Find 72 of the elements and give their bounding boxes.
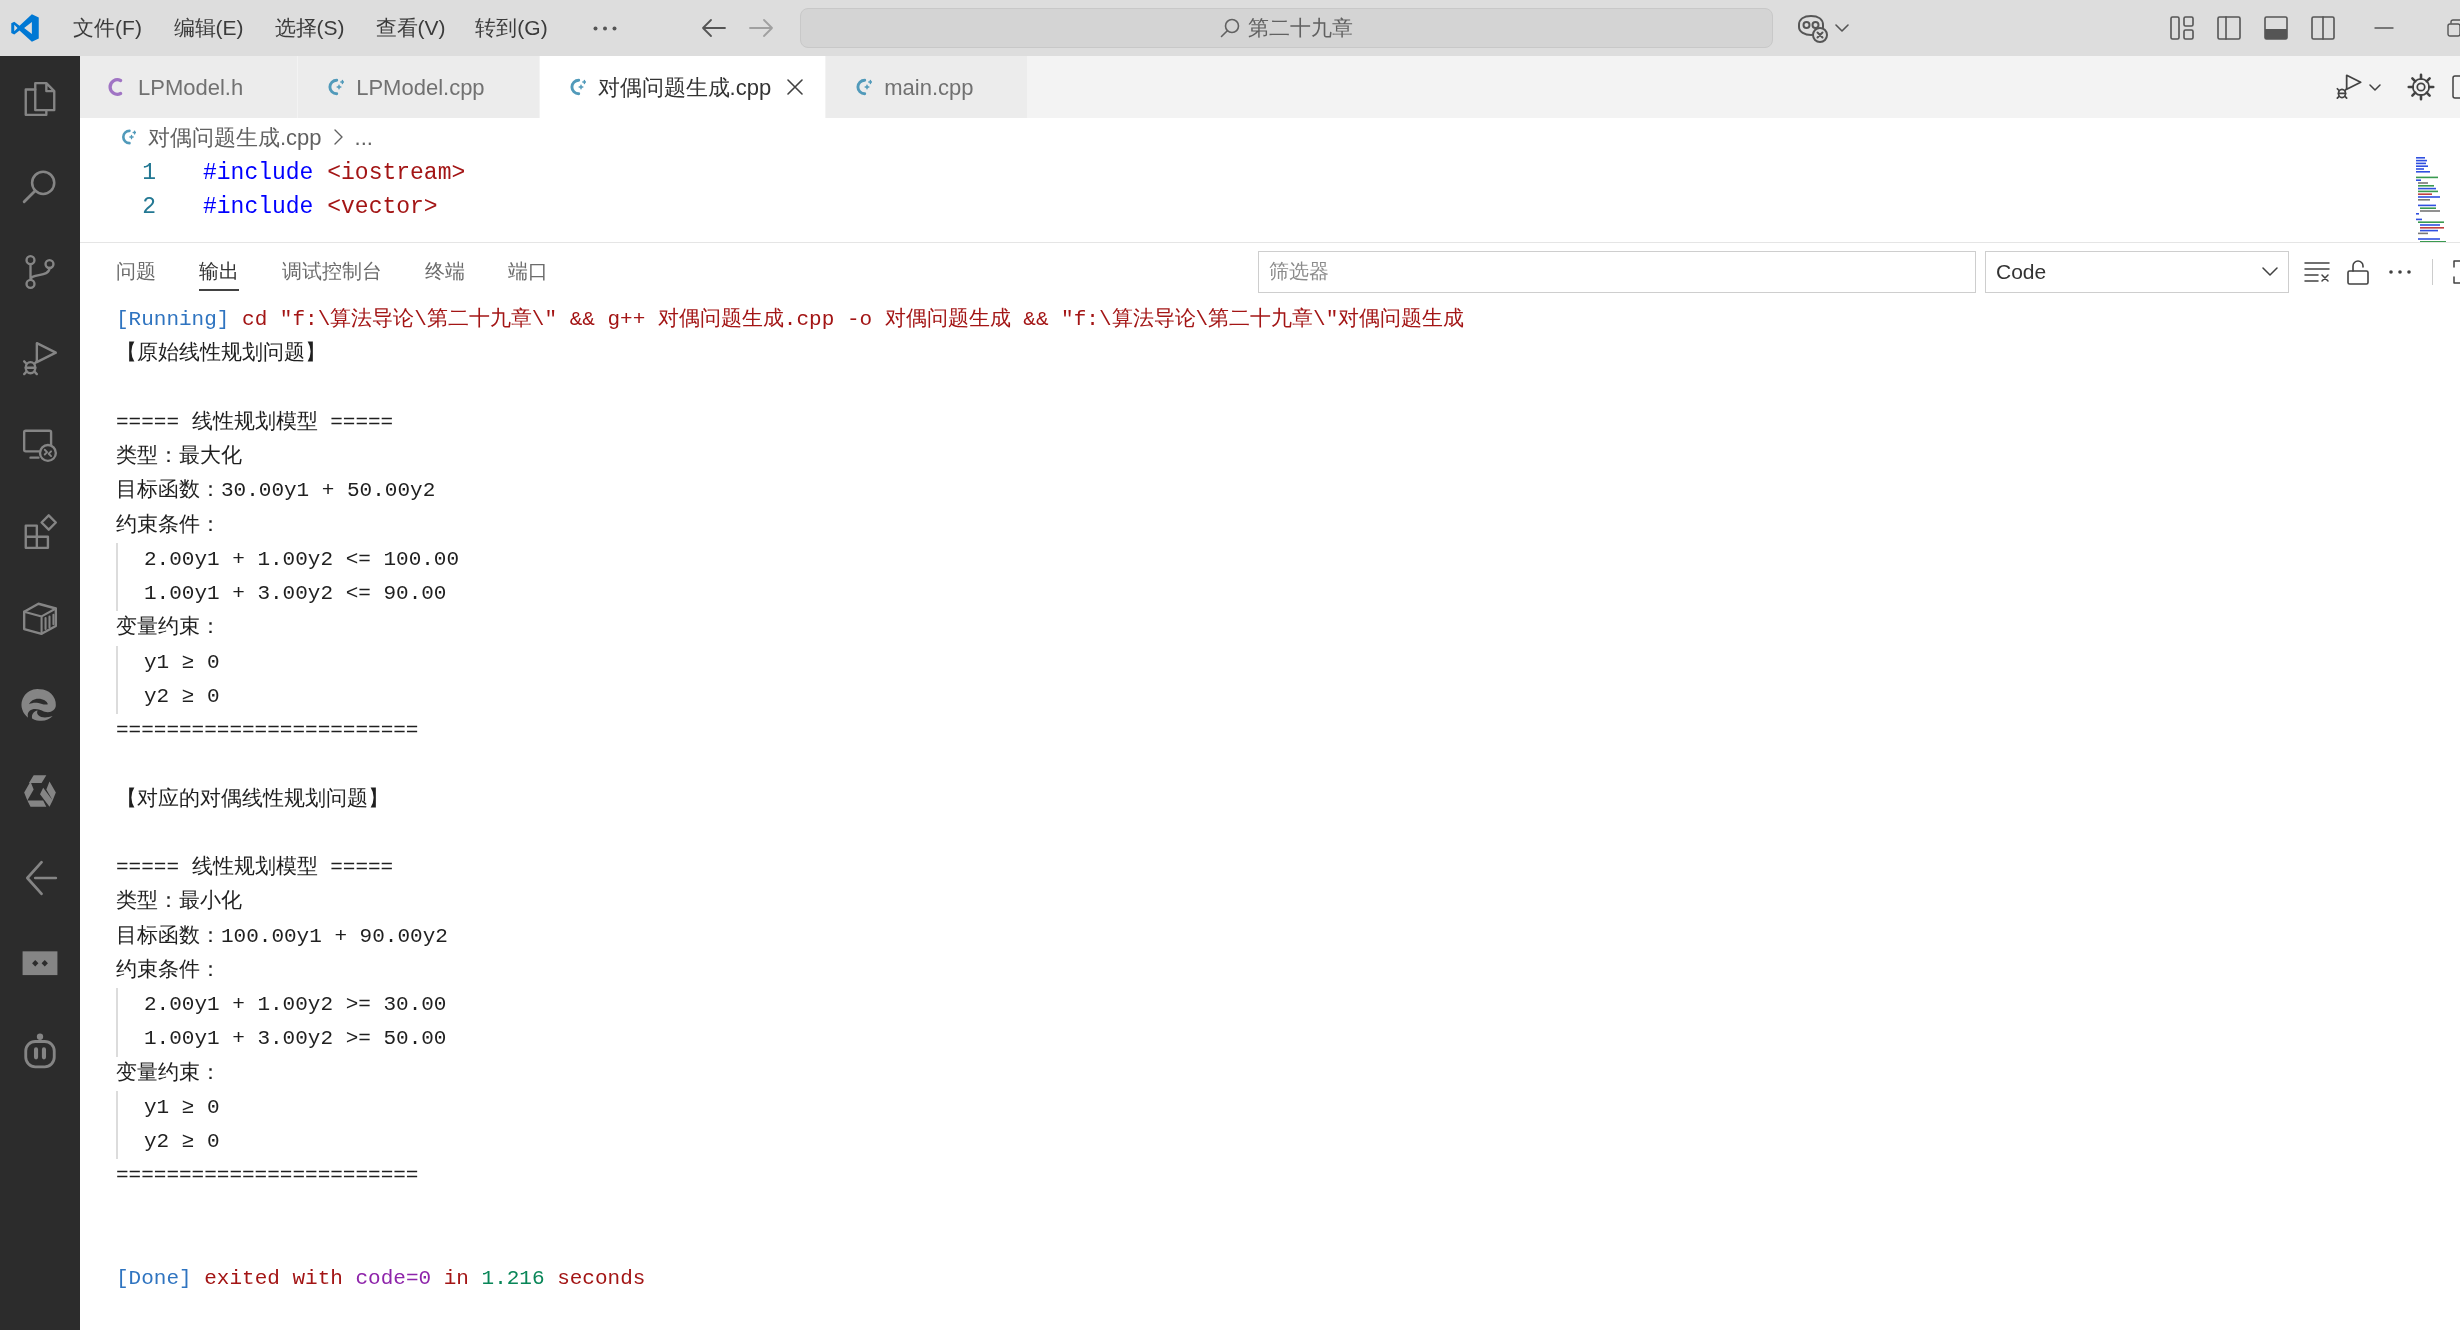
output-line: y1 ≥ 0	[144, 1095, 220, 1119]
more-icon[interactable]	[2389, 269, 2411, 274]
panel-tab[interactable]: 问题	[116, 252, 156, 291]
chevron-down-icon	[2262, 267, 2278, 276]
line-number: 2	[142, 193, 156, 220]
breadcrumb-item[interactable]: 对偶问题生成.cpp	[118, 120, 322, 154]
output-line: 约束条件：	[116, 513, 221, 537]
app-logo-icon	[10, 13, 40, 43]
goggles-icon[interactable]	[1796, 13, 1828, 43]
output-line: 类型：最大化	[116, 445, 242, 468]
bracket-icon[interactable]	[2453, 259, 2460, 284]
chevron-right-icon	[333, 129, 343, 145]
output-line: 目标函数：30.00y1 + 50.00y2	[116, 479, 436, 503]
output-line: 目标函数：100.00y1 + 90.00y2	[116, 924, 448, 948]
unlock-icon[interactable]	[2347, 258, 2369, 285]
command-center[interactable]: 第二十九章	[800, 8, 1773, 48]
output-line: 1.00y1 + 3.00y2 <= 90.00	[144, 582, 447, 605]
output-line: 变量约束：	[116, 1061, 221, 1085]
channel-dropdown[interactable]: Code	[1985, 250, 2289, 293]
minimap-drawing[interactable]	[2416, 157, 2446, 242]
run-debug-icon[interactable]	[21, 339, 59, 378]
menu-item[interactable]: 编辑(E)	[158, 8, 259, 48]
editor-tab[interactable]: 对偶问题生成.cpp	[539, 56, 827, 118]
output-line: 【对应的对偶线性规划问题】	[116, 787, 389, 811]
clear-list-icon[interactable]	[2304, 260, 2330, 283]
more-icon[interactable]	[593, 25, 617, 31]
caret-icon[interactable]	[1835, 24, 1849, 32]
output-line: [Done] exited with code=0 in 1.216 seconds	[116, 1267, 646, 1290]
arrow-left-icon[interactable]	[701, 18, 727, 38]
layout-grid-icon[interactable]	[2170, 16, 2194, 40]
bottom-panel-icon[interactable]	[2264, 16, 2288, 40]
code-line: #include <vector>	[203, 192, 438, 222]
output-line: ===== 线性规划模型 =====	[116, 410, 394, 434]
search-icon	[1220, 18, 1240, 38]
frame-icon[interactable]	[2452, 75, 2460, 99]
panel-tab[interactable]: 端口	[508, 252, 548, 291]
editor-tab[interactable]: LPModel.cpp	[298, 56, 540, 118]
run-debug-icon[interactable]	[2335, 73, 2363, 101]
settings-icon[interactable]	[2407, 73, 2435, 101]
output-line: ===== 线性规划模型 =====	[116, 856, 394, 879]
panel-tab[interactable]: 终端	[425, 252, 465, 291]
breadcrumb-item[interactable]: ...	[354, 120, 373, 154]
menu-item[interactable]: 转到(G)	[461, 8, 562, 48]
output-line: 2.00y1 + 1.00y2 >= 30.00	[144, 993, 447, 1016]
output-line: y2 ≥ 0	[144, 1130, 220, 1153]
output-line: 类型：最小化	[116, 890, 242, 914]
line-number: 1	[142, 159, 156, 186]
output-line: ========================	[116, 1164, 419, 1188]
right-sidebar-icon[interactable]	[2311, 16, 2335, 40]
panel-tab[interactable]: 输出	[199, 252, 239, 291]
editor-tab[interactable]: LPModel.h	[80, 56, 299, 118]
output-line: [Running] cd "f:\算法导论\第二十九章\" && g++ 对偶问题生成.cpp -o 对偶问题生成 && "f:\算法导论\第二十九章\"对偶问题生成	[116, 308, 1465, 331]
menu-item[interactable]: 查看(V)	[360, 8, 461, 48]
output-line: 1.00y1 + 3.00y2 >= 50.00	[144, 1027, 447, 1051]
restore-icon[interactable]	[2447, 19, 2460, 37]
editor-tab[interactable]: main.cpp	[826, 56, 1029, 118]
caret-icon[interactable]	[2369, 83, 2381, 91]
menu-item[interactable]: 选择(S)	[259, 8, 360, 48]
output-line: 2.00y1 + 1.00y2 <= 100.00	[144, 547, 460, 571]
code-line: #include <iostream>	[203, 158, 466, 188]
close-icon[interactable]	[787, 79, 804, 95]
left-sidebar-icon[interactable]	[2217, 16, 2241, 40]
output-line: y2 ≥ 0	[144, 684, 220, 708]
filter-field[interactable]: 筛选器	[1258, 250, 1976, 293]
panel-tab[interactable]: 调试控制台	[282, 252, 382, 291]
output-line: 约束条件：	[116, 958, 221, 982]
menu-item[interactable]: 文件(F)	[57, 8, 158, 48]
output-line: ========================	[116, 719, 419, 742]
output-line: 变量约束：	[116, 616, 221, 640]
output-line: y1 ≥ 0	[144, 650, 220, 674]
robot-icon[interactable]	[21, 1031, 59, 1070]
output-line: 【原始线性规划问题】	[116, 342, 326, 366]
